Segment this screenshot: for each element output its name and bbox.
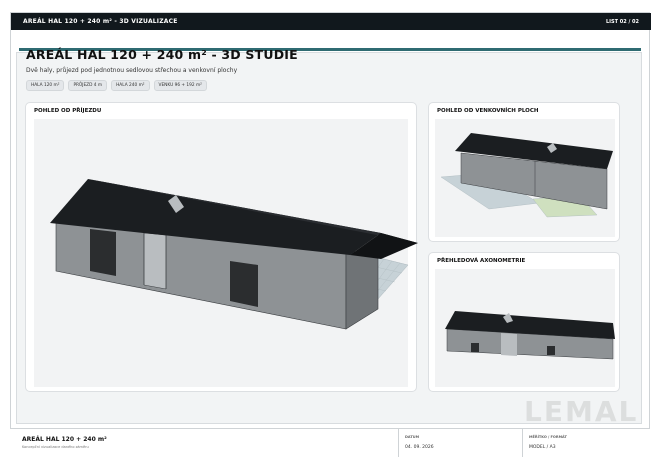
sheet-number: LIST 02 / 02 [605, 18, 639, 25]
title-block: AREÁL HAL 120 + 240 m² Koncepční vizuali… [10, 428, 650, 457]
footer-note: Koncepční vizualizace daného záměru [22, 445, 89, 449]
passage-axo [501, 333, 517, 356]
render-main-view [50, 179, 418, 330]
footer-date: 04. 09. 2026 [405, 445, 434, 450]
footer-model: MODEL / A3 [529, 445, 556, 450]
badge-hall-120: HALA 120 m² [26, 80, 65, 91]
footer-project-name: AREÁL HAL 120 + 240 m² [22, 436, 107, 443]
door-axo-2 [547, 346, 555, 355]
footer-date-label: DATUM [405, 435, 420, 439]
side-wall [345, 248, 379, 330]
badge-row: HALA 120 m² PRŮJEZD 4 m HALA 240 m² VENK… [26, 80, 207, 91]
page-subtitle: Dvě haly, průjezd pod jednotnou sedlovou… [26, 67, 238, 74]
door-hall-240 [230, 261, 258, 307]
top-bar: AREÁL HAL 120 + 240 m² - 3D VIZUALIZACE … [11, 13, 651, 30]
render-axonometry [445, 311, 615, 360]
render-outdoor-view [440, 133, 613, 218]
badge-outdoor: VENKU 96 + 192 m² [153, 80, 207, 91]
top-bar-title: AREÁL HAL 120 + 240 m² - 3D VIZUALIZACE [23, 18, 178, 25]
watermark-logo: LEMAL [524, 395, 639, 428]
view-panel-axonometry: PŘEHLEDOVÁ AXONOMETRIE [428, 252, 620, 392]
footer-model-cell: MĚŘÍTKO / FORMÁT MODEL / A3 [522, 429, 650, 457]
door-hall-120 [90, 229, 116, 276]
footer-model-label: MĚŘÍTKO / FORMÁT [529, 435, 567, 439]
badge-hall-240: HALA 240 m² [111, 80, 150, 91]
view-panel-main: POHLED OD PŘÍJEZDU [25, 102, 418, 392]
badge-passage: PRŮJEZD 4 m [68, 80, 108, 91]
view-panel-outdoor: POHLED OD VENKOVNÍCH PLOCH [428, 102, 620, 242]
passage-opening [143, 232, 167, 290]
footer-date-cell: DATUM 04. 09. 2026 [398, 429, 520, 457]
door-axo-1 [471, 343, 479, 352]
page-title: AREÁL HAL 120 + 240 m² - 3D STUDIE [26, 47, 298, 62]
